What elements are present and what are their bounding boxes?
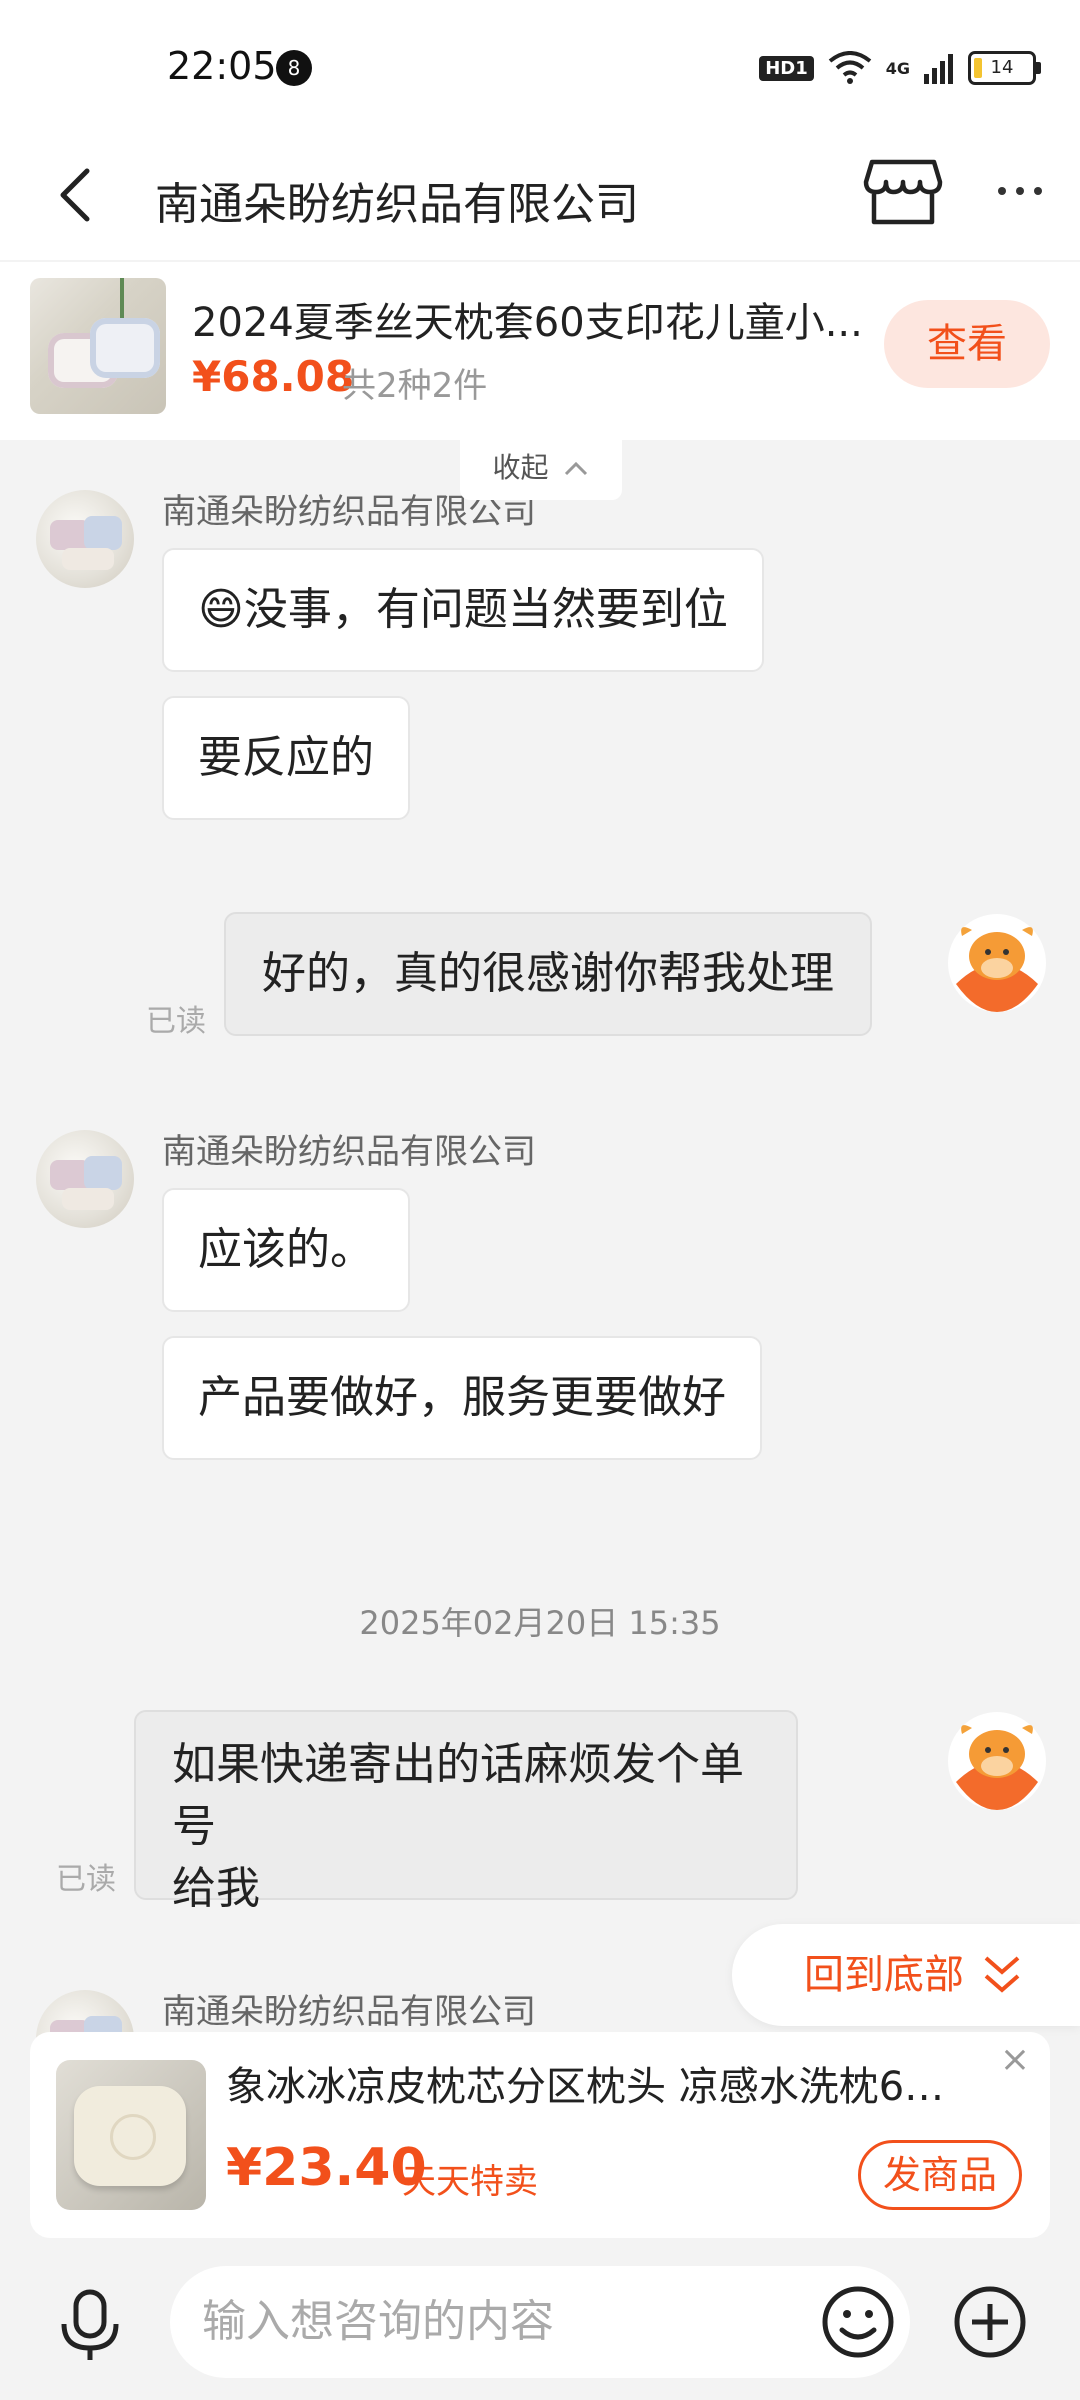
back-button[interactable] <box>40 150 110 240</box>
store-button[interactable] <box>860 148 946 234</box>
wifi-icon <box>828 51 871 84</box>
shop-avatar[interactable] <box>36 490 134 588</box>
status-icons: HD1 4G 14 <box>759 46 1041 90</box>
more-dot <box>1016 187 1024 195</box>
more-dots-icon <box>998 187 1006 195</box>
sender-name: 南通朵盼纺织品有限公司 <box>162 1132 536 1172</box>
back-to-bottom-button[interactable]: 回到底部 <box>732 1924 1080 2026</box>
shop-avatar[interactable] <box>36 1130 134 1228</box>
avatar-detail <box>84 516 122 550</box>
recommended-product-title: 象冰冰凉皮枕芯分区枕头 凉感水洗枕60... <box>226 2064 966 2110</box>
sender-name: 南通朵盼纺织品有限公司 <box>162 1992 536 2032</box>
chevron-up-icon <box>565 461 588 476</box>
message-bubble-outgoing[interactable]: 如果快递寄出的话麻烦发个单号 给我 <box>134 1710 798 1914</box>
battery-icon: 14 <box>968 51 1041 85</box>
promo-tag: 天天特卖 <box>402 2162 538 2202</box>
avatar-detail <box>62 1188 114 1210</box>
emoji-icon[interactable] <box>820 2284 896 2360</box>
message-timestamp: 2025年02月20日 15:35 <box>359 1604 721 1642</box>
microphone-icon[interactable] <box>50 2286 130 2366</box>
read-status: 已读 <box>146 1004 206 1039</box>
close-icon[interactable]: × <box>995 2040 1035 2080</box>
message-bubble-incoming[interactable]: 产品要做好，服务更要做好 <box>162 1336 762 1460</box>
message-bubble-incoming[interactable]: 要反应的 <box>162 696 410 820</box>
message-text-line: 如果快递寄出的话麻烦发个单号 <box>172 1739 744 1852</box>
message-input[interactable]: 输入想咨询的内容 <box>170 2266 910 2378</box>
user-avatar[interactable] <box>948 1712 1046 1810</box>
product-context-bar[interactable]: 2024夏季丝天枕套60支印花儿童小... ¥68.08 共2种2件 查看 <box>0 262 1080 440</box>
product-title: 2024夏季丝天枕套60支印花儿童小... <box>192 300 863 346</box>
status-bar: 22:05 8 HD1 4G 14 <box>0 0 1080 130</box>
back-to-bottom-label: 回到底部 <box>804 1952 964 1998</box>
notification-count-badge: 8 <box>276 50 312 86</box>
product-image-detail <box>90 318 160 378</box>
page-title: 南通朵盼纺织品有限公司 <box>155 179 639 230</box>
recommended-product-thumbnail[interactable] <box>56 2060 206 2210</box>
view-product-button[interactable]: 查看 <box>884 300 1050 388</box>
more-button[interactable] <box>985 148 1055 234</box>
back-arrow-icon <box>60 168 90 222</box>
double-chevron-down-icon <box>984 1956 1020 1993</box>
product-price: ¥68.08 <box>192 352 355 401</box>
hd-icon: HD1 <box>759 55 814 81</box>
message-bubble-incoming[interactable]: 应该的。 <box>162 1188 410 1312</box>
message-bubble-incoming[interactable]: 😄没事，有问题当然要到位 <box>162 548 764 672</box>
product-image-detail <box>74 2086 186 2186</box>
message-text-line: 给我 <box>172 1863 260 1914</box>
chat-messages[interactable]: 南通朵盼纺织品有限公司 😄没事，有问题当然要到位 要反应的 已读 好的，真的很感… <box>0 440 1080 2088</box>
avatar-detail <box>84 1156 122 1190</box>
product-thumbnail[interactable] <box>30 278 166 414</box>
message-bubble-outgoing[interactable]: 好的，真的很感谢你帮我处理 <box>224 912 872 1036</box>
product-count: 共2种2件 <box>342 366 488 406</box>
user-avatar[interactable] <box>948 914 1046 1012</box>
input-bar: 输入想咨询的内容 <box>0 2260 1080 2400</box>
network-type: 4G <box>885 58 910 78</box>
collapse-button[interactable]: 收起 <box>460 440 622 500</box>
recommended-product-card[interactable]: 象冰冰凉皮枕芯分区枕头 凉感水洗枕60... × ¥23.40 天天特卖 发商品 <box>30 2032 1050 2238</box>
send-product-button[interactable]: 发商品 <box>858 2140 1022 2210</box>
more-dot <box>1034 187 1042 195</box>
read-status: 已读 <box>56 1862 116 1897</box>
store-icon <box>863 159 943 225</box>
status-time: 22:05 <box>167 44 277 88</box>
signal-icon <box>924 54 953 84</box>
chat-header: 南通朵盼纺织品有限公司 <box>0 130 1080 260</box>
recommended-product-price: ¥23.40 <box>226 2138 427 2198</box>
collapse-label: 收起 <box>492 451 549 484</box>
avatar-detail <box>62 548 114 570</box>
plus-icon[interactable] <box>952 2284 1028 2360</box>
